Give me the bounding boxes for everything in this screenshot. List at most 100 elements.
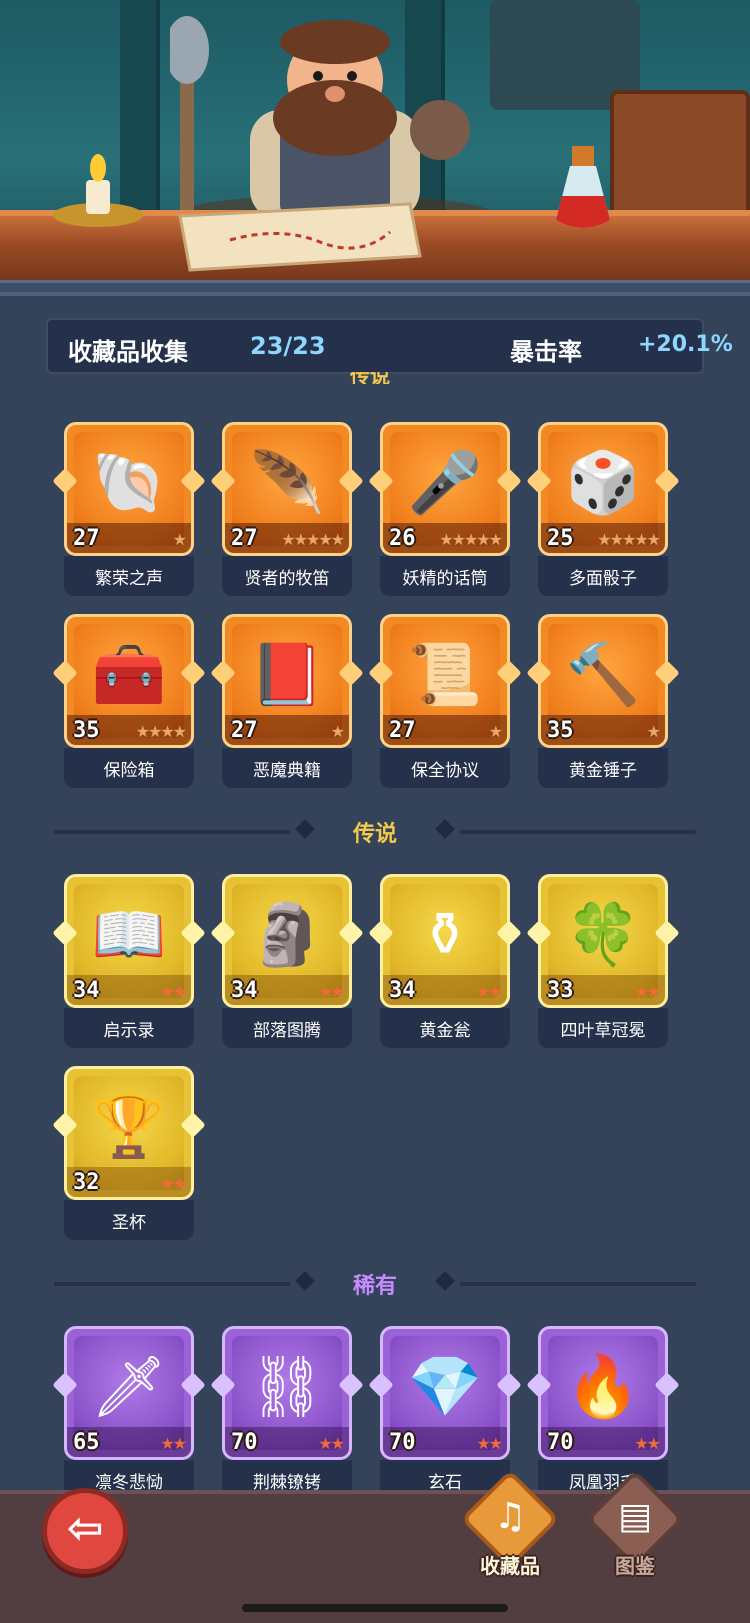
item-name: 四叶草冠冕 xyxy=(560,1021,646,1041)
collectible-card[interactable]: 🧰 35 ★★★★ 保险箱 xyxy=(52,614,206,792)
collectible-card[interactable]: 🗡 65 ★★ 凛冬悲恸 xyxy=(52,1326,206,1504)
item-name: 繁荣之声 xyxy=(95,569,163,589)
section-header-rare: 稀有 xyxy=(54,1268,696,1299)
book-icon: ▤ xyxy=(617,1496,652,1537)
star-rating: ★★ xyxy=(160,1434,187,1453)
flute-icon: 🪶 xyxy=(249,448,325,518)
item-name-plate: 部落图腾 xyxy=(222,1008,352,1048)
collection-count: 23/23 xyxy=(250,332,326,360)
item-name-plate: 黄金锤子 xyxy=(538,748,668,788)
collectible-card[interactable]: ⚱ 34 ★★ 黄金瓮 xyxy=(368,874,522,1052)
star-rating: ★★ xyxy=(634,1434,661,1453)
item-level: 70 xyxy=(389,1430,416,1455)
item-name-plate: 四叶草冠冕 xyxy=(538,1008,668,1048)
collectible-card[interactable]: 🎤 26 ★★★★★ 妖精的话筒 xyxy=(368,422,522,600)
card-frame: 🪶 27 ★★★★★ xyxy=(222,422,352,556)
item-level: 35 xyxy=(547,718,574,743)
phoenix-feather-icon: 🔥 xyxy=(565,1352,641,1422)
star-rating: ★★ xyxy=(160,1174,187,1193)
tab-collectibles[interactable]: ♫ 收藏品 xyxy=(455,1469,565,1588)
item-level: 70 xyxy=(547,1430,574,1455)
item-name-plate: 黄金瓮 xyxy=(380,1008,510,1048)
item-name-plate: 恶魔典籍 xyxy=(222,748,352,788)
treasure-chest-icon: 🧰 xyxy=(91,640,167,710)
tab-codex[interactable]: ▤ 图鉴 xyxy=(580,1469,690,1588)
potion-icon xyxy=(556,146,610,228)
back-arrow-icon: ⇦ xyxy=(66,1503,104,1554)
partial-section-title: 传说 xyxy=(350,372,390,384)
shell-icon: 🐚 xyxy=(91,448,167,518)
item-level: 27 xyxy=(231,526,258,551)
item-name: 保险箱 xyxy=(103,761,155,781)
card-frame: 📕 27 ★ xyxy=(222,614,352,748)
back-button[interactable]: ⇦ xyxy=(42,1488,128,1574)
item-name: 启示录 xyxy=(103,1021,155,1041)
item-level: 27 xyxy=(389,718,416,743)
collectible-card[interactable]: 🪶 27 ★★★★★ 贤者的牧笛 xyxy=(210,422,364,600)
star-rating: ★★★★★ xyxy=(439,530,503,549)
collectible-card[interactable]: 📜 27 ★ 保全协议 xyxy=(368,614,522,792)
item-name: 部落图腾 xyxy=(253,1021,321,1041)
star-rating: ★ xyxy=(330,722,345,741)
rune-stone-icon: 💎 xyxy=(407,1352,483,1422)
star-rating: ★★★★★ xyxy=(281,530,345,549)
item-level: 27 xyxy=(73,526,100,551)
lyre-icon: ♫ xyxy=(493,1496,527,1537)
item-name: 贤者的牧笛 xyxy=(244,569,330,589)
item-level: 34 xyxy=(389,978,416,1003)
star-rating: ★★ xyxy=(476,982,503,1001)
item-name: 多面骰子 xyxy=(569,569,637,589)
collectible-card[interactable]: 🏆 32 ★★ 圣杯 xyxy=(52,1066,206,1244)
item-name-plate: 保险箱 xyxy=(64,748,194,788)
item-name-plate: 保全协议 xyxy=(380,748,510,788)
item-name-plate: 圣杯 xyxy=(64,1200,194,1240)
collectible-card[interactable]: ⛓ 70 ★★ 荆棘镣铐 xyxy=(210,1326,364,1504)
item-name: 恶魔典籍 xyxy=(253,761,321,781)
card-frame: 📖 34 ★★ xyxy=(64,874,194,1008)
hero-scene xyxy=(0,0,750,292)
contract-icon: 📜 xyxy=(407,640,483,710)
star-rating: ★ xyxy=(488,722,503,741)
star-rating: ★★ xyxy=(476,1434,503,1453)
star-rating: ★ xyxy=(172,530,187,549)
clover-crown-icon: 🍀 xyxy=(565,900,641,970)
collectible-card[interactable]: 🗿 34 ★★ 部落图腾 xyxy=(210,874,364,1052)
collection-label: 收藏品收集 xyxy=(68,338,188,366)
item-level: 70 xyxy=(231,1430,258,1455)
item-name-plate: 妖精的话筒 xyxy=(380,556,510,596)
star-rating: ★★ xyxy=(318,982,345,1001)
map-scroll-icon xyxy=(178,202,422,272)
item-level: 33 xyxy=(547,978,574,1003)
home-indicator xyxy=(242,1604,508,1612)
collectible-card[interactable]: 📕 27 ★ 恶魔典籍 xyxy=(210,614,364,792)
collectible-card[interactable]: 🍀 33 ★★ 四叶草冠冕 xyxy=(526,874,680,1052)
item-name-plate: 贤者的牧笛 xyxy=(222,556,352,596)
crit-rate-value: +20.1% xyxy=(638,332,733,357)
crit-rate-label: 暴击率 xyxy=(510,338,582,366)
star-rating: ★★★★ xyxy=(135,722,187,741)
divider-line xyxy=(460,830,696,834)
collectible-card[interactable]: 🔨 35 ★ 黄金锤子 xyxy=(526,614,680,792)
thorn-shackle-icon: ⛓ xyxy=(248,1352,326,1422)
collectible-card[interactable]: 🐚 27 ★ 繁荣之声 xyxy=(52,422,206,600)
card-frame: 🧰 35 ★★★★ xyxy=(64,614,194,748)
tab-collectibles-label: 收藏品 xyxy=(480,1554,540,1578)
item-level: 32 xyxy=(73,1170,100,1195)
card-frame: 🐚 27 ★ xyxy=(64,422,194,556)
ice-sword-icon: 🗡 xyxy=(90,1352,168,1422)
collectible-card[interactable]: 📖 34 ★★ 启示录 xyxy=(52,874,206,1052)
urn-icon: ⚱ xyxy=(419,900,471,970)
shopkeeper-icon xyxy=(170,16,495,220)
item-name-plate: 繁荣之声 xyxy=(64,556,194,596)
item-name-plate: 启示录 xyxy=(64,1008,194,1048)
card-frame: 🔥 70 ★★ xyxy=(538,1326,668,1460)
card-frame: ⚱ 34 ★★ xyxy=(380,874,510,1008)
card-frame: 🔨 35 ★ xyxy=(538,614,668,748)
star-rating: ★★★★★ xyxy=(597,530,661,549)
item-level: 35 xyxy=(73,718,100,743)
item-name: 保全协议 xyxy=(411,761,479,781)
collectible-card[interactable]: 🎲 25 ★★★★★ 多面骰子 xyxy=(526,422,680,600)
item-name: 黄金瓮 xyxy=(419,1021,471,1041)
totem-icon: 🗿 xyxy=(249,900,325,970)
item-level: 25 xyxy=(547,526,574,551)
